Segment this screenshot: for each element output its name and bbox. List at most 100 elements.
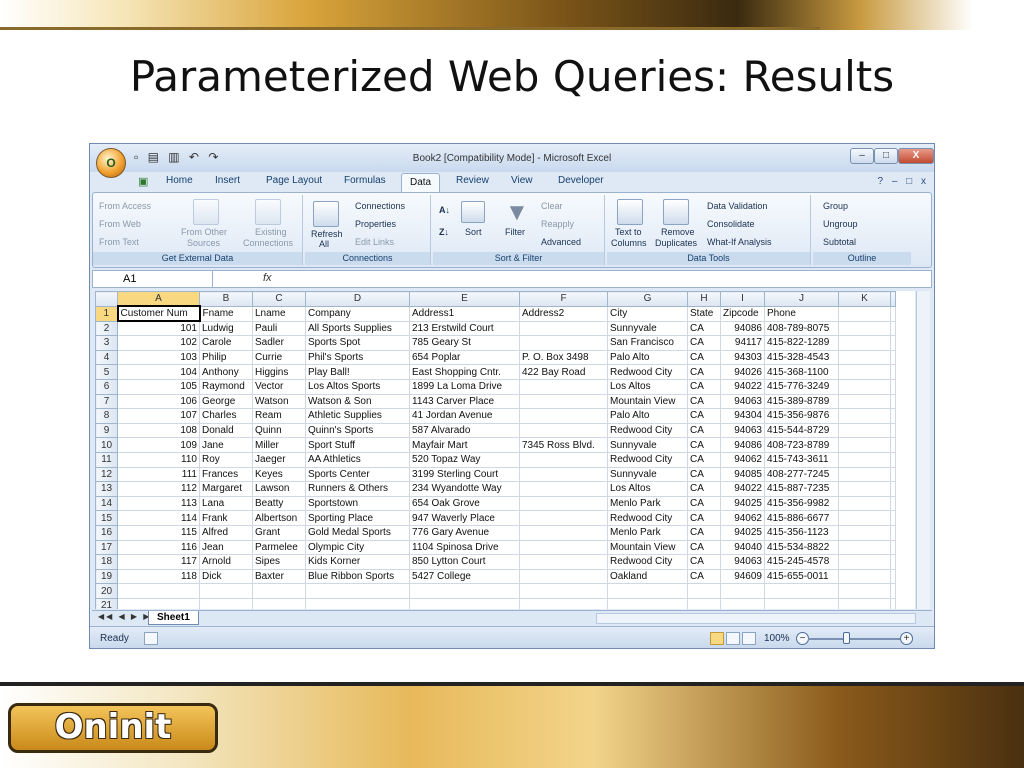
tab-home[interactable]: Home	[166, 175, 193, 186]
cell[interactable]	[890, 466, 896, 483]
cell[interactable]: Redwood City	[607, 422, 688, 439]
normal-view-icon[interactable]	[710, 632, 724, 645]
cell[interactable]: Miller	[252, 437, 306, 453]
cell[interactable]: CA	[687, 422, 721, 439]
group-button[interactable]: Group	[823, 201, 848, 211]
cell[interactable]: Watson & Son	[305, 393, 410, 410]
add-in-icon[interactable]: ▣	[138, 175, 148, 188]
cell[interactable]: Alfred	[199, 524, 253, 541]
cell[interactable]	[838, 554, 891, 570]
column-header[interactable]: I	[720, 291, 765, 307]
cell[interactable]: 94062	[720, 510, 765, 526]
cell[interactable]: Donald	[199, 422, 253, 439]
cell[interactable]	[519, 378, 608, 395]
row-header[interactable]: 3	[95, 335, 118, 351]
cell[interactable]: 415-655-0011	[764, 568, 839, 585]
cell[interactable]	[838, 349, 891, 366]
refresh-button[interactable]: Refresh	[311, 229, 343, 239]
cell[interactable]: 113	[117, 495, 200, 512]
cell[interactable]: 947 Waverly Place	[409, 510, 520, 526]
cell[interactable]	[890, 583, 896, 599]
data-validation-button[interactable]: Data Validation	[707, 201, 767, 211]
cell[interactable]: 850 Lytton Court	[409, 554, 520, 570]
name-box[interactable]: A1	[93, 271, 213, 287]
tab-review[interactable]: Review	[456, 175, 489, 186]
cell[interactable]: Raymond	[199, 378, 253, 395]
cell[interactable]	[890, 408, 896, 424]
tab-page-layout[interactable]: Page Layout	[266, 175, 322, 186]
cell[interactable]	[838, 422, 891, 439]
cell[interactable]	[838, 437, 891, 453]
cell[interactable]: CA	[687, 408, 721, 424]
sort-icon[interactable]	[461, 201, 485, 223]
cell[interactable]: Arnold	[199, 554, 253, 570]
column-header[interactable]: F	[519, 291, 608, 307]
row-header[interactable]: 20	[95, 583, 118, 599]
cell[interactable]: Redwood City	[607, 554, 688, 570]
cell[interactable]: 104	[117, 364, 200, 380]
cell[interactable]: CA	[687, 466, 721, 483]
cell[interactable]: Higgins	[252, 364, 306, 380]
cell[interactable]: Redwood City	[607, 510, 688, 526]
cell[interactable]	[252, 597, 306, 609]
cell[interactable]: 117	[117, 554, 200, 570]
cell[interactable]: Palo Alto	[607, 408, 688, 424]
sort-button[interactable]: Sort	[465, 227, 482, 237]
cell[interactable]: Philip	[199, 349, 253, 366]
cell[interactable]: 520 Topaz Way	[409, 451, 520, 468]
cell[interactable]: 107	[117, 408, 200, 424]
cell[interactable]: East Shopping Cntr.	[409, 364, 520, 380]
cell[interactable]: Jaeger	[252, 451, 306, 468]
cell[interactable]: Dick	[199, 568, 253, 585]
cell[interactable]: 415-356-9982	[764, 495, 839, 512]
cell[interactable]: Sporting Place	[305, 510, 410, 526]
cell[interactable]: 108	[117, 422, 200, 439]
cell[interactable]	[838, 597, 891, 609]
cell[interactable]: CA	[687, 335, 721, 351]
cell[interactable]: Zipcode	[720, 305, 765, 322]
cell[interactable]	[252, 583, 306, 599]
cell[interactable]: Anthony	[199, 364, 253, 380]
cell[interactable]: Sunnyvale	[607, 466, 688, 483]
remove-label[interactable]: Remove	[661, 227, 695, 237]
cell[interactable]: 94086	[720, 320, 765, 337]
advanced-button[interactable]: Advanced	[541, 237, 581, 247]
cell[interactable]: 94303	[720, 349, 765, 366]
cell[interactable]	[890, 495, 896, 512]
cell[interactable]: 408-789-8075	[764, 320, 839, 337]
cell[interactable]	[838, 320, 891, 337]
cell[interactable]	[519, 583, 608, 599]
column-header[interactable]: H	[687, 291, 721, 307]
cell[interactable]: 776 Gary Avenue	[409, 524, 520, 541]
cell[interactable]	[890, 451, 896, 468]
cell[interactable]	[890, 393, 896, 410]
cell[interactable]: Charles	[199, 408, 253, 424]
macro-record-icon[interactable]	[144, 632, 158, 645]
tab-insert[interactable]: Insert	[215, 175, 240, 186]
cell[interactable]: CA	[687, 364, 721, 380]
cell[interactable]	[519, 510, 608, 526]
cell[interactable]	[117, 583, 200, 599]
cell[interactable]	[890, 378, 896, 395]
cell[interactable]: Kids Korner	[305, 554, 410, 570]
clear-button[interactable]: Clear	[541, 201, 563, 211]
cell[interactable]: Customer Num	[116, 305, 201, 323]
cell[interactable]	[838, 524, 891, 541]
cell[interactable]	[519, 539, 608, 556]
worksheet-grid[interactable]: ABCDEFGHIJK 1 Customer Num Fname Lname Compa…	[95, 291, 915, 609]
cell[interactable]	[764, 583, 839, 599]
cell[interactable]	[519, 524, 608, 541]
cell[interactable]	[838, 408, 891, 424]
column-header[interactable]: J	[764, 291, 839, 307]
fx-icon[interactable]: fx	[263, 272, 272, 284]
row-header[interactable]: 5	[95, 364, 118, 380]
cell[interactable]	[890, 510, 896, 526]
cell[interactable]: Sport Stuff	[305, 437, 410, 453]
cell[interactable]	[838, 568, 891, 585]
row-header[interactable]: 16	[95, 524, 118, 541]
sort-az-button[interactable]: A↓	[439, 205, 450, 215]
zoom-slider[interactable]	[808, 638, 900, 640]
cell[interactable]	[607, 583, 688, 599]
cell[interactable]: Carole	[199, 335, 253, 351]
existing-connections-icon[interactable]	[255, 199, 281, 225]
